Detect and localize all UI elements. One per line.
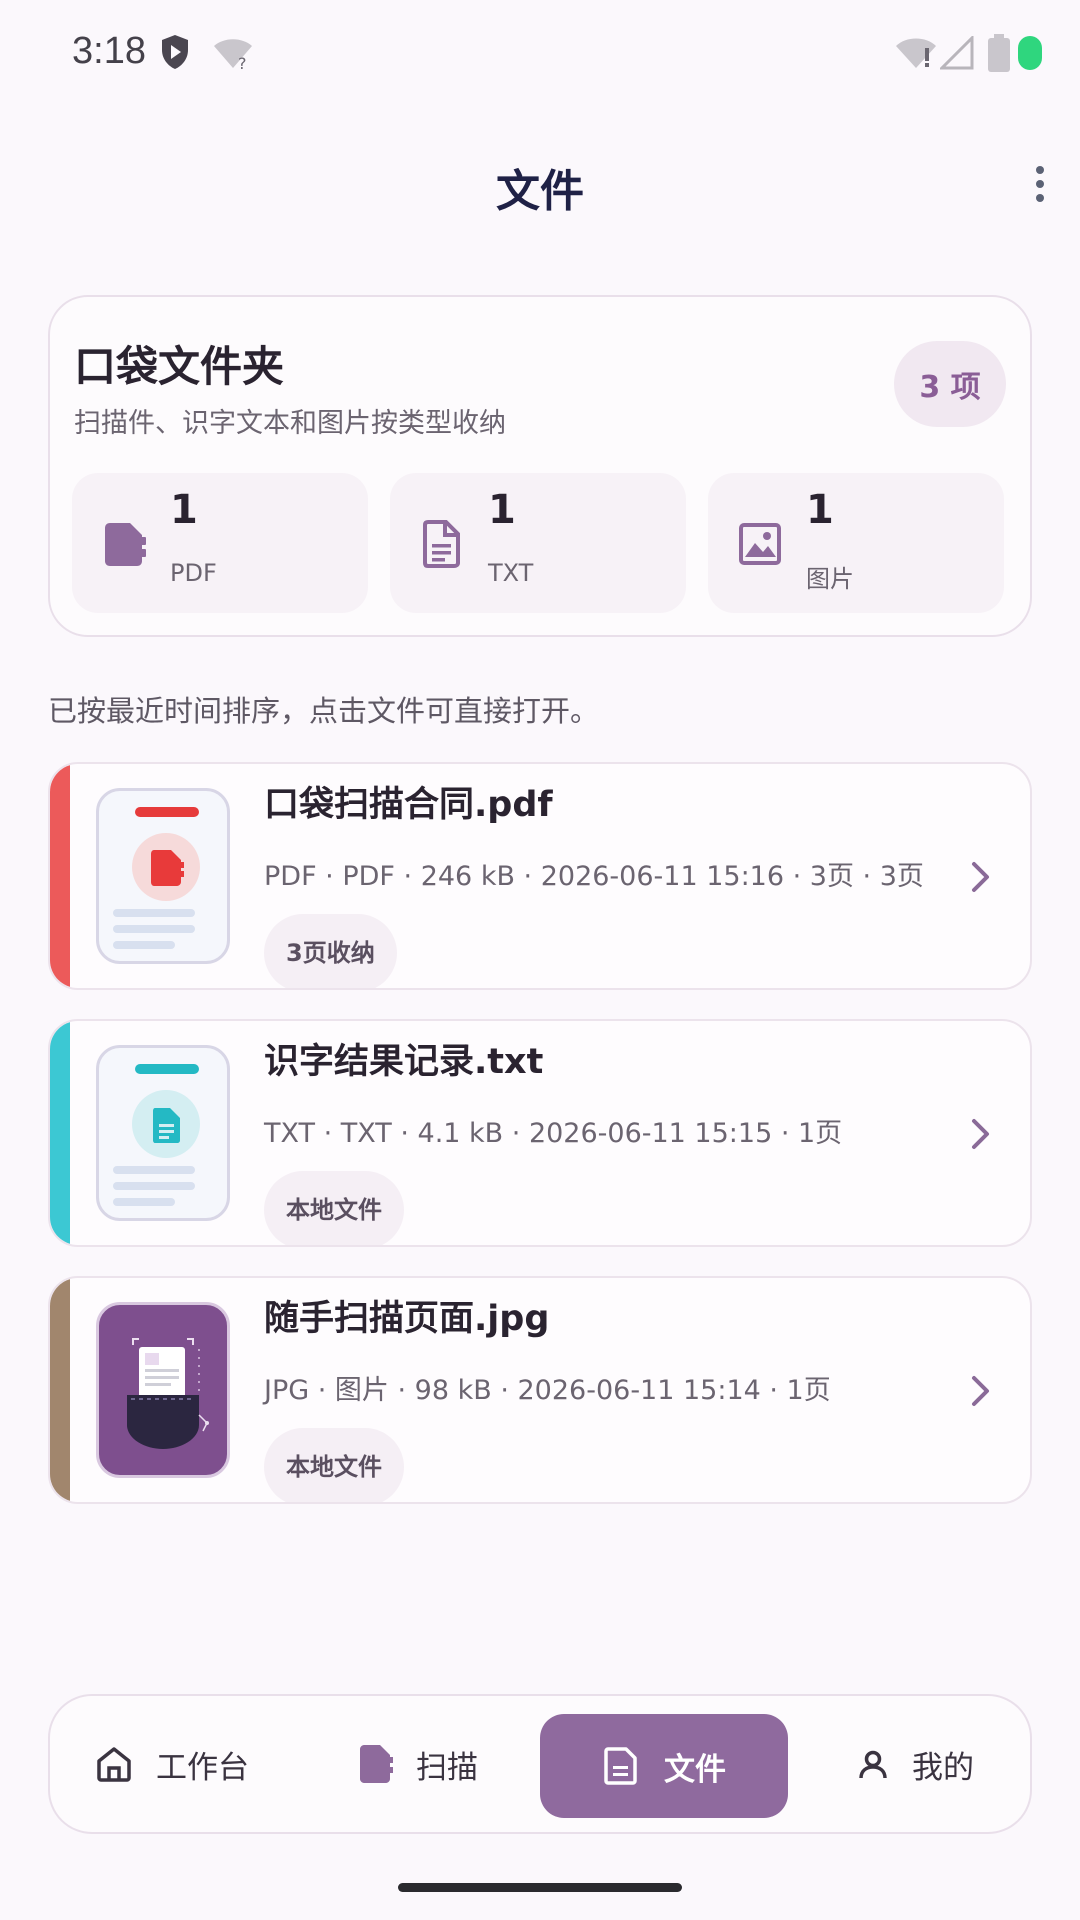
stat-txt: 1 TXT	[390, 473, 686, 613]
stat-label: TXT	[488, 559, 534, 587]
svg-text:?: ?	[238, 54, 247, 70]
file-thumbnail	[96, 1045, 230, 1221]
wifi-unknown-icon: ?	[214, 39, 252, 70]
stat-image: 1 图片	[708, 473, 1004, 613]
file-item[interactable]: 随手扫描页面.jpg JPG · 图片 · 98 kB · 2026-06-11…	[48, 1276, 1032, 1504]
bottom-navigation: 工作台 扫描 文件 我的	[48, 1694, 1032, 1834]
more-options-icon[interactable]	[1020, 160, 1060, 216]
stat-value: 1	[488, 487, 516, 533]
file-type-accent-bar	[50, 1278, 70, 1502]
chevron-right-icon	[972, 862, 989, 892]
chevron-right-icon	[972, 1119, 989, 1149]
image-icon	[739, 523, 781, 565]
file-item[interactable]: 识字结果记录.txt TXT · TXT · 4.1 kB · 2026-06-…	[48, 1019, 1032, 1247]
cell-signal-icon	[940, 36, 974, 70]
files-icon	[604, 1747, 637, 1785]
text-document-icon	[423, 520, 460, 568]
file-meta: TXT · TXT · 4.1 kB · 2026-06-11 15:15 · …	[264, 1118, 843, 1149]
stat-pdf: 1 PDF	[72, 473, 368, 613]
file-name: 识字结果记录.txt	[264, 1042, 544, 1082]
nav-item-workbench[interactable]: 工作台	[94, 1696, 249, 1832]
page-title: 文件	[496, 166, 584, 217]
pocket-folder-summary-card: 口袋文件夹 扫描件、识字文本和图片按类型收纳 3 项 1 PDF 1 TXT 1…	[48, 295, 1032, 637]
nav-label: 我的	[912, 1749, 974, 1786]
file-name: 口袋扫描合同.pdf	[264, 785, 553, 825]
status-bar: 3:18 ?	[0, 0, 1080, 110]
file-item[interactable]: 口袋扫描合同.pdf PDF · PDF · 246 kB · 2026-06-…	[48, 762, 1032, 990]
status-time: 3:18	[72, 30, 146, 72]
sort-hint-text: 已按最近时间排序，点击文件可直接打开。	[48, 694, 600, 728]
pdf-file-icon	[151, 850, 184, 886]
stat-value: 1	[806, 487, 834, 533]
charging-indicator-icon	[1018, 36, 1042, 70]
gesture-home-indicator[interactable]	[398, 1883, 682, 1892]
nav-label: 扫描	[416, 1749, 478, 1786]
summary-subtitle: 扫描件、识字文本和图片按类型收纳	[74, 408, 506, 439]
image-thumbnail	[96, 1302, 230, 1478]
vpn-shield-icon	[162, 35, 188, 69]
pdf-file-icon	[105, 523, 146, 566]
file-tag: 本地文件	[264, 1428, 404, 1502]
file-meta: PDF · PDF · 246 kB · 2026-06-11 15:16 · …	[264, 861, 924, 892]
home-icon	[97, 1747, 131, 1782]
nav-label: 工作台	[156, 1749, 249, 1786]
file-tag: 3页收纳	[264, 914, 397, 988]
file-meta: JPG · 图片 · 98 kB · 2026-06-11 15:14 · 1页	[264, 1375, 831, 1406]
wifi-signal-icon	[896, 38, 936, 68]
stat-value: 1	[170, 487, 198, 533]
file-name: 随手扫描页面.jpg	[264, 1299, 550, 1339]
chevron-right-icon	[972, 1376, 989, 1406]
person-icon	[859, 1750, 887, 1779]
nav-label: 文件	[664, 1751, 726, 1788]
pocket-scan-illustration	[127, 1338, 209, 1449]
stat-label: 图片	[806, 565, 854, 593]
file-type-accent-bar	[50, 1021, 70, 1245]
file-thumbnail	[96, 788, 230, 964]
battery-icon	[988, 34, 1010, 72]
scan-icon	[360, 1745, 393, 1783]
stat-label: PDF	[170, 559, 217, 587]
nav-item-mine[interactable]: 我的	[856, 1696, 974, 1832]
summary-title: 口袋文件夹	[74, 342, 285, 391]
file-tag: 本地文件	[264, 1171, 404, 1245]
nav-item-files[interactable]: 文件	[540, 1714, 788, 1818]
nav-item-scan[interactable]: 扫描	[358, 1696, 478, 1832]
item-count-badge: 3 项	[894, 341, 1006, 427]
text-document-icon	[153, 1108, 180, 1143]
file-type-accent-bar	[50, 764, 70, 988]
